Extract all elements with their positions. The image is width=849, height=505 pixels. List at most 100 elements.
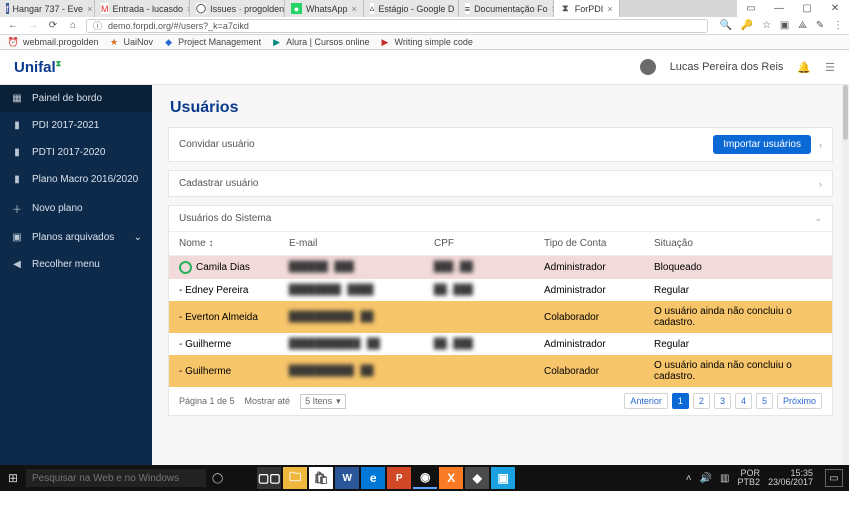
url-input[interactable]: ⓘ demo.forpdi.org/#/users?_k=a7cikd [86,19,708,33]
taskbar: ⊞ ◯ ▢▢🗀🛍WeP◉X◆▣ ˄ 🔊 ▥ POR PTB2 15:35 23/… [0,465,849,491]
import-users-button[interactable]: Importar usuários [713,135,811,154]
forward-icon[interactable]: → [26,20,40,31]
chevron-right-icon[interactable]: › [819,179,822,189]
close-icon[interactable]: × [607,4,612,14]
pager-page[interactable]: 1 [672,393,689,409]
pager-page[interactable]: 5 [756,393,773,409]
table-row[interactable]: - Guilherme ██████████ ██ Colaborador O … [169,355,832,387]
pager-prev[interactable]: Anterior [624,393,668,409]
save-icon[interactable]: ✎ [816,20,824,31]
bookmark-item[interactable]: ▶Alura | Cursos online [271,37,369,48]
info-icon: ⓘ [93,19,102,32]
windows-search-input[interactable] [26,469,206,487]
user-avatar-icon [179,261,192,274]
table-row[interactable]: - Edney Pereira ████████ ████ ██.███ Adm… [169,279,832,301]
chevron-down-icon[interactable]: ⌄ [814,213,822,224]
scrollbar[interactable] [842,85,849,465]
app-header: Unifal⧗ Lucas Pereira dos Reis 🔔 ☰ [0,50,849,85]
table-header: Nome ↕ E-mail CPF Tipo de Conta Situação [169,231,832,256]
browser-tab[interactable]: ●WhatsApp× [285,0,364,17]
tray-chevron-up-icon[interactable]: ˄ [686,473,692,484]
table-row[interactable]: - Guilherme ███████████ ██ ██.███ Admini… [169,333,832,355]
browser-tab[interactable]: ◯Issues · progolden× [190,0,285,17]
table-row[interactable]: - Everton Almeida ██████████ ██ Colabora… [169,301,832,333]
browser-tabstrip: fHangar 737 - Eve×MEntrada - lucasdo×◯Is… [0,0,849,17]
sidebar-item[interactable]: ▮PDTI 2017-2020 [0,139,152,166]
user-name[interactable]: Lucas Pereira dos Reis [670,61,784,73]
star-icon[interactable]: ☆ [762,20,771,31]
win-two-icon[interactable]: ▭ [737,3,765,14]
reload-icon[interactable]: ⟳ [46,20,60,31]
close-icon[interactable]: × [87,4,92,14]
home-icon[interactable]: ⌂ [66,20,80,31]
sidebar-item[interactable]: ＋Novo plano [0,193,152,224]
bookmark-item[interactable]: ⏰webmail.progolden [8,37,99,48]
taskbar-app[interactable]: 🗀 [283,467,307,489]
avatar[interactable] [640,59,656,75]
bookmark-item[interactable]: ◆Project Management [163,37,261,48]
tray-network-icon[interactable]: ▥ [720,473,729,484]
bookmark-item[interactable]: ▶Writing simple code [380,37,473,48]
close-icon[interactable]: ✕ [821,3,849,14]
action-center-icon[interactable]: ▭ [825,469,843,487]
maximize-icon[interactable]: ▢ [793,3,821,14]
back-icon[interactable]: ← [6,20,20,31]
taskbar-app[interactable]: ◆ [465,467,489,489]
app-logo[interactable]: Unifal⧗ [14,59,61,76]
logo-sup-icon: ⧗ [56,59,62,68]
logo-text: Unifal [14,59,56,76]
scrollbar-thumb[interactable] [843,85,848,140]
bookmark-item[interactable]: ★UaiNov [109,37,154,48]
col-tipo[interactable]: Tipo de Conta [544,238,654,249]
start-button[interactable]: ⊞ [0,471,26,485]
taskbar-app[interactable]: ▣ [491,467,515,489]
taskbar-app[interactable]: ▢▢ [257,467,281,489]
sidebar-icon: ▮ [10,120,24,131]
taskbar-app[interactable]: ◉ [413,467,437,489]
bell-icon[interactable]: 🔔 [797,61,811,74]
favicon-icon: ● [291,3,302,14]
taskbar-app[interactable]: X [439,467,463,489]
clock-date: 23/06/2017 [768,478,813,487]
pager-page[interactable]: 4 [735,393,752,409]
dev-icon[interactable]: ⟁ [798,20,807,31]
browser-tab[interactable]: MEntrada - lucasdo× [95,0,190,17]
col-name[interactable]: Nome ↕ [179,238,289,249]
cortana-icon[interactable]: ◯ [212,473,223,484]
search-icon[interactable]: 🔍 [720,20,732,31]
taskbar-app[interactable]: e [361,467,385,489]
col-email[interactable]: E-mail [289,238,434,249]
sidebar: ▦Painel de bordo▮PDI 2017-2021▮PDTI 2017… [0,85,152,465]
pager-next[interactable]: Próximo [777,393,822,409]
sidebar-item[interactable]: ▣Planos arquivados⌄ [0,224,152,251]
browser-tab[interactable]: ▵Estágio - Google D× [364,0,459,17]
key-icon[interactable]: 🔑 [741,20,753,31]
page-size-select[interactable]: 5 Itens ▾ [300,394,346,409]
sidebar-item[interactable]: ▮PDI 2017-2021 [0,112,152,139]
browser-tab[interactable]: ⧗ForPDI× [554,0,620,17]
tray-lang[interactable]: POR PTB2 [737,469,760,487]
taskbar-app[interactable]: W [335,467,359,489]
browser-tab[interactable]: fHangar 737 - Eve× [0,0,95,17]
minimize-icon[interactable]: — [765,3,793,14]
browser-tab[interactable]: ≡Documentação Fo× [459,0,554,17]
col-sit[interactable]: Situação [654,238,822,249]
chevron-right-icon[interactable]: › [819,140,822,150]
pager-page[interactable]: 3 [714,393,731,409]
table-row[interactable]: Camila Dias ██████ ███ ███.██ Administra… [169,256,832,279]
sidebar-item[interactable]: ▮Plano Macro 2016/2020 [0,166,152,193]
taskbar-app[interactable]: P [387,467,411,489]
tray-clock[interactable]: 15:35 23/06/2017 [768,469,813,487]
col-cpf[interactable]: CPF [434,238,544,249]
bookmark-label: Project Management [178,37,261,47]
hamburger-icon[interactable]: ☰ [825,61,835,74]
taskbar-app[interactable]: 🛍 [309,467,333,489]
close-icon[interactable]: × [352,4,357,14]
menu-icon[interactable]: ⋮ [833,20,843,31]
ext-icon[interactable]: ▣ [780,20,789,31]
pager-page[interactable]: 2 [693,393,710,409]
sidebar-item[interactable]: ◀Recolher menu [0,251,152,278]
tray-volume-icon[interactable]: 🔊 [700,473,712,484]
sidebar-item[interactable]: ▦Painel de bordo [0,85,152,112]
sidebar-icon: ▣ [10,232,24,243]
